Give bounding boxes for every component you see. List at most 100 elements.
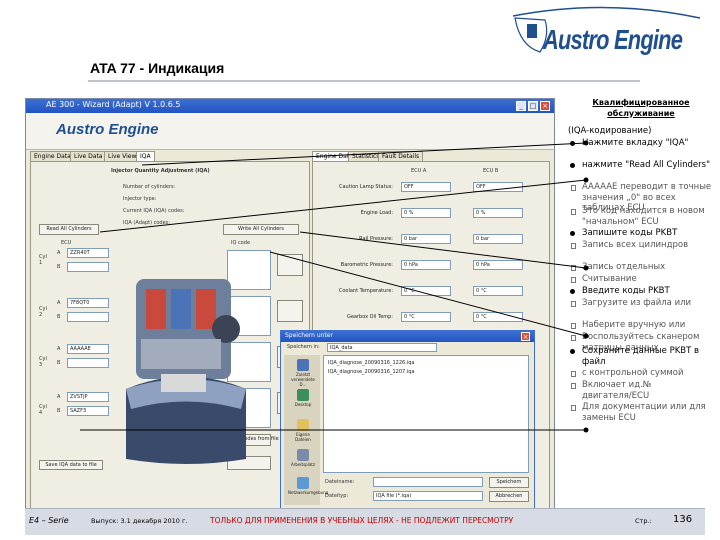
note-detail: Наберите вручную или	[568, 320, 714, 331]
cyl1-b-label: B	[57, 264, 61, 270]
file-list[interactable]: IQA_diagnose_20090316_1226.iqa IQA_diagn…	[323, 355, 529, 473]
minimize-icon[interactable]: _	[516, 101, 526, 111]
save-file-dialog: Speichern unter × Speichern in: IQA_data…	[280, 330, 535, 510]
save-button[interactable]: Speichern	[489, 477, 529, 488]
write-cyl2-button[interactable]	[277, 300, 303, 322]
place-recent[interactable]: Zuletzt verwendete D...	[288, 359, 318, 387]
ecu-group-label: ECU	[61, 240, 72, 246]
write-cyl1-button[interactable]	[277, 254, 303, 276]
cyl1-code-b-field[interactable]	[67, 262, 109, 272]
file-item[interactable]: IQA_diagnose_20090316_1207.iqa	[328, 369, 414, 375]
place-desktop-label: Desktop	[294, 402, 312, 407]
place-computer[interactable]: Arbeitsplatz	[288, 449, 318, 475]
cyl1-code-field[interactable]: ZZR40T	[67, 248, 109, 258]
dialog-close-icon[interactable]: ×	[521, 332, 530, 341]
ecu-b-value: 0 bar	[473, 234, 523, 244]
title-divider	[88, 80, 640, 82]
cyl4-label: Cyl 4	[39, 404, 47, 416]
cyl2-code-b-field[interactable]	[67, 312, 109, 322]
window-titlebar[interactable]: AE 300 - Wizard (Adapt) V 1.0.6.5 _ □ ×	[26, 99, 554, 113]
note-step: Запишите коды PKBT	[568, 228, 714, 239]
cyl2-code-field[interactable]: 7F8QT0	[67, 298, 109, 308]
window-title: AE 300 - Wizard (Adapt) V 1.0.6.5	[46, 100, 181, 109]
page-label: Стр.:	[635, 517, 652, 525]
notes-heading: Квалифицированное обслуживание	[592, 98, 690, 118]
series-label: E4 – Serie	[29, 516, 69, 525]
brand-name: Austro Engine	[543, 24, 683, 55]
save-in-label: Speichern in:	[287, 344, 320, 350]
cyl3-b-label: B	[57, 360, 61, 366]
places-bar: Zuletzt verwendete D... Desktop Eigene D…	[284, 355, 328, 505]
note-detail: Это код находится в новом "начальном" EC…	[568, 206, 714, 227]
computer-icon	[297, 449, 309, 461]
filename-label: Dateiname:	[325, 479, 355, 485]
injector-type-label: Injector type:	[123, 196, 157, 202]
ecu-b-value: 0 °C	[473, 286, 523, 296]
documents-icon	[297, 419, 309, 431]
dialog-title: Speichern unter	[285, 332, 333, 339]
cyl2-label: Cyl 2	[39, 306, 47, 318]
note-detail: (IQA-кодирование)	[568, 126, 652, 136]
cyl4-code-field[interactable]: ZVSTJP	[67, 392, 109, 402]
page-number: 136	[673, 514, 693, 525]
save-iqa-file-button[interactable]: Save IQA data to file	[39, 460, 103, 470]
ecu-a-value: 0 %	[401, 208, 451, 218]
filetype-select[interactable]: IQA file (*.iqa)	[373, 491, 483, 501]
note-detail: Загрузите из файла или	[568, 298, 714, 309]
dialog-titlebar[interactable]: Speichern unter ×	[281, 331, 534, 342]
ecu-a-value: 0 bar	[401, 234, 451, 244]
cyl3-code-field[interactable]: AAAAAE	[67, 344, 109, 354]
place-computer-label: Arbeitsplatz	[291, 462, 315, 467]
save-in-select[interactable]: IQA_data	[327, 343, 437, 352]
filename-input[interactable]	[373, 477, 483, 487]
cylinders-label: Number of cylinders:	[123, 184, 176, 190]
place-documents[interactable]: Eigene Dateien	[288, 419, 318, 445]
ecu-b-value: OFF	[473, 182, 523, 192]
place-desktop[interactable]: Desktop	[288, 389, 318, 415]
current-codes-label: Current IQA (IQA) codes:	[123, 208, 185, 214]
app-logo-bar: Austro Engine	[26, 113, 554, 150]
cyl4-a-label: A	[57, 394, 61, 400]
network-icon	[297, 477, 309, 489]
cyl3-a-label: A	[57, 346, 61, 352]
cyl4-b-label: B	[57, 408, 61, 414]
engine-field-label: Rail Pressure:	[359, 236, 393, 242]
cyl4-code-b-field[interactable]: SAZF3	[67, 406, 109, 416]
note-detail: Запись отдельных	[568, 262, 714, 273]
note-detail: Включает ид.№ двигателя/ECU	[568, 380, 714, 401]
engine-field-label: Coolant Temperature:	[338, 288, 393, 294]
ecu-b-value: 0 hPa	[473, 260, 523, 270]
read-all-cylinders-button[interactable]: Read All Cylinders	[39, 224, 99, 235]
cyl2-b-label: B	[57, 314, 61, 320]
engine-field-label: Caution Lamp Status:	[339, 184, 393, 190]
engine-image	[126, 279, 246, 464]
note-detail: с контрольной суммой	[568, 368, 714, 379]
ecu-a-head: ECU A	[411, 168, 427, 174]
ecu-a-value: 0 °C	[401, 312, 451, 322]
write-all-cylinders-button[interactable]: Write All Cylinders	[223, 224, 299, 235]
ecu-a-value: 0 hPa	[401, 260, 451, 270]
filetype-label: Dateityp:	[325, 493, 349, 499]
cyl3-code-b-field[interactable]	[67, 358, 109, 368]
cyl2-a-label: A	[57, 300, 61, 306]
instruction-notes: Квалифицированное обслуживание (IQA-кодир…	[568, 98, 716, 518]
slide-footer: E4 – Serie Выпуск: 3.1 декабря 2010 г. Т…	[25, 508, 705, 535]
close-icon[interactable]: ×	[540, 101, 550, 111]
place-network[interactable]: Netzwerkumgebung	[288, 477, 328, 503]
engine-field-label: Barometric Pressure:	[340, 262, 393, 268]
note-step: Сохраните данные PKBT в файл	[568, 346, 714, 367]
austro-engine-logo: Austro Engine	[505, 6, 710, 58]
cyl3-label: Cyl 3	[39, 356, 47, 368]
ecu-b-value: 0 %	[473, 208, 523, 218]
maximize-icon[interactable]: □	[528, 101, 538, 111]
ecu-a-value: OFF	[401, 182, 451, 192]
place-recent-label: Zuletzt verwendete D...	[291, 372, 315, 387]
app-logo: Austro Engine	[56, 121, 159, 138]
note-step: Введите коды PKBT	[568, 286, 714, 297]
file-item[interactable]: IQA_diagnose_20090316_1226.iqa	[328, 360, 414, 366]
note-step: Нажмите вкладку "IQA"	[568, 138, 714, 149]
cancel-button[interactable]: Abbrechen	[489, 491, 529, 502]
issue-date: Выпуск: 3.1 декабря 2010 г.	[91, 517, 188, 525]
iq-code-label: IQ code	[231, 240, 251, 246]
adapt-codes-label: IQA (Adapt) codes:	[123, 220, 170, 226]
